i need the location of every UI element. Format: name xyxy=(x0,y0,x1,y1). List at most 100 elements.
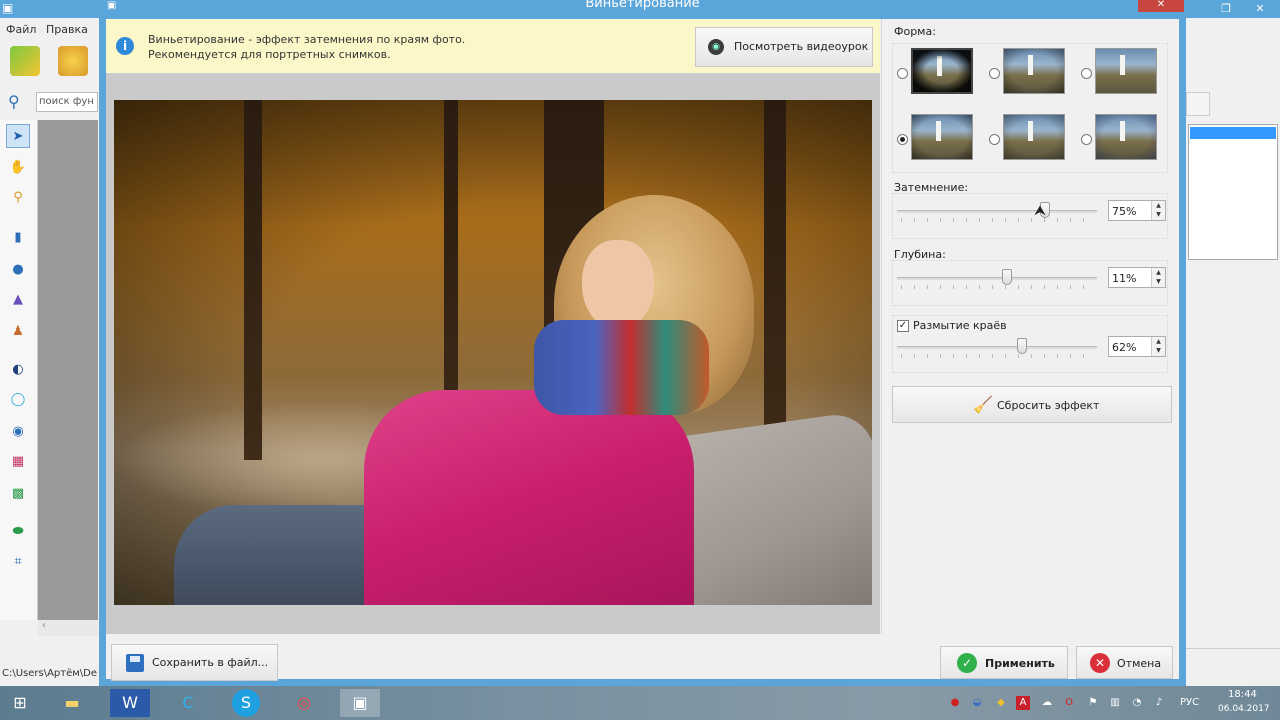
depth-spinbox[interactable]: 11% ▲ ▼ xyxy=(1108,267,1166,288)
zoom-tool-icon[interactable]: ⚲ xyxy=(6,186,30,210)
blur-checkbox[interactable]: ✓ xyxy=(897,320,909,332)
depth-slider-ticks xyxy=(901,285,1095,289)
depth-spin-arrows[interactable]: ▲ ▼ xyxy=(1151,268,1165,287)
menubar: Файл Правка xyxy=(0,20,100,38)
skype-icon[interactable]: S xyxy=(232,689,260,717)
shape-thumb-3[interactable] xyxy=(1095,48,1157,94)
shape-radio-2[interactable] xyxy=(989,68,1000,79)
cancel-button[interactable]: ✕ Отмена xyxy=(1076,646,1173,679)
darkening-spinbox[interactable]: 75% ▲ ▼ xyxy=(1108,200,1166,221)
shape-thumb-5[interactable] xyxy=(1003,114,1065,160)
shape-thumb-2[interactable] xyxy=(1003,48,1065,94)
cancel-label: Отмена xyxy=(1117,657,1162,670)
shape-thumb-1[interactable] xyxy=(911,48,973,94)
tool-palette: ➤ ✋ ⚲ ▮ ● ▲ ♟ ◐ ◯ ◉ ▦ ▩ ⬬ ⌗ xyxy=(0,120,38,620)
info-text-line1: Виньетирование - эффект затемнения по кр… xyxy=(148,33,466,46)
adobe-icon[interactable]: A xyxy=(1016,696,1030,710)
watch-video-button[interactable]: ◉ Посмотреть видеоурок xyxy=(695,27,873,67)
menu-file[interactable]: Файл xyxy=(6,23,36,36)
cancel-x-icon: ✕ xyxy=(1090,653,1110,673)
menu-edit[interactable]: Правка xyxy=(46,23,88,36)
clock-time[interactable]: 18:44 xyxy=(1228,689,1257,700)
sharpen-tool-icon[interactable]: ▲ xyxy=(6,288,30,312)
darkening-slider-track[interactable] xyxy=(897,210,1097,213)
save-to-file-button[interactable]: Сохранить в файл... xyxy=(111,644,278,681)
blur-value: 62% xyxy=(1112,341,1137,354)
hand-tool-icon[interactable]: ✋ xyxy=(6,156,30,180)
layers-tool-icon[interactable]: ▩ xyxy=(6,482,30,506)
brush-tool-icon[interactable]: ▮ xyxy=(6,226,30,250)
search-input[interactable]: поиск фун xyxy=(36,92,98,112)
pointer-tool-icon[interactable]: ➤ xyxy=(6,124,30,148)
background-right-panel xyxy=(1180,18,1280,686)
close-icon[interactable]: ✕ xyxy=(1246,0,1274,18)
ellipse-tool-icon[interactable]: ◯ xyxy=(6,388,30,412)
darkening-slider-ticks xyxy=(901,218,1095,222)
opera-icon[interactable]: O xyxy=(1062,696,1076,710)
mouse-cursor-icon: ⮝ xyxy=(1034,203,1046,219)
ccleaner-icon[interactable]: C xyxy=(168,689,208,717)
dialog-close-button[interactable]: ✕ xyxy=(1138,0,1184,12)
vignette-dialog: Виньетирование ▣ ✕ i Виньетирование - эф… xyxy=(99,0,1186,686)
cloud-icon[interactable]: ☁ xyxy=(1040,696,1054,710)
blur-spin-arrows[interactable]: ▲ ▼ xyxy=(1151,337,1165,356)
record-icon[interactable]: ● xyxy=(948,696,962,710)
file-explorer-icon[interactable]: ▬ xyxy=(52,689,92,717)
search-icon[interactable]: ⚲ xyxy=(8,92,20,111)
blur-slider-thumb[interactable] xyxy=(1016,338,1027,354)
chrome-icon[interactable]: ◎ xyxy=(284,689,324,717)
network-icon[interactable]: ▥ xyxy=(1108,696,1122,710)
eraser-tool-icon[interactable]: ⬬ xyxy=(6,520,30,544)
shape-radio-6[interactable] xyxy=(1081,134,1092,145)
blur-spinbox[interactable]: 62% ▲ ▼ xyxy=(1108,336,1166,357)
drop-tool-icon[interactable]: ● xyxy=(6,258,30,282)
ring-tool-icon[interactable]: ◉ xyxy=(6,420,30,444)
photo-editor-icon[interactable]: ▣ xyxy=(340,689,380,717)
contrast-tool-icon[interactable]: ◐ xyxy=(6,358,30,382)
settings-panel: Форма: Затемнение: 75% ▲ ▼ Глубина: 11% … xyxy=(881,19,1179,634)
shape-thumb-4[interactable] xyxy=(911,114,973,160)
shape-radio-5[interactable] xyxy=(989,134,1000,145)
info-bar: i Виньетирование - эффект затемнения по … xyxy=(106,19,880,73)
start-icon[interactable]: ⊞ xyxy=(0,689,40,717)
stamp-tool-icon[interactable]: ♟ xyxy=(6,320,30,344)
darkening-spin-arrows[interactable]: ▲ ▼ xyxy=(1151,201,1165,220)
blur-slider-track[interactable] xyxy=(897,346,1097,349)
dialog-title: Виньетирование xyxy=(585,0,700,11)
reset-effect-button[interactable]: 🧹 Сбросить эффект xyxy=(892,386,1172,423)
apply-button[interactable]: ✓ Применить xyxy=(940,646,1068,679)
word-icon[interactable]: W xyxy=(110,689,150,717)
search-bar: ⚲ поиск фун xyxy=(0,88,100,116)
restore-icon[interactable]: ❐ xyxy=(1212,0,1240,18)
preview-area xyxy=(106,73,880,634)
info-icon: i xyxy=(116,37,134,55)
shape-thumb-6[interactable] xyxy=(1095,114,1157,160)
darkening-value: 75% xyxy=(1112,205,1137,218)
right-panel-tab[interactable] xyxy=(1186,92,1210,116)
open-folder-icon[interactable] xyxy=(10,46,40,76)
broom-icon: 🧹 xyxy=(973,395,993,414)
sync-icon[interactable]: ◆ xyxy=(994,696,1008,710)
effects-icon[interactable] xyxy=(58,46,88,76)
shape-radio-4[interactable] xyxy=(897,134,908,145)
right-panel-selected-item[interactable] xyxy=(1190,127,1276,139)
yandex-disk-icon[interactable]: ◒ xyxy=(970,696,984,710)
dialog-app-icon: ▣ xyxy=(107,0,117,11)
crop-tool-icon[interactable]: ⌗ xyxy=(6,550,30,574)
depth-slider-track[interactable] xyxy=(897,277,1097,280)
right-panel-list[interactable] xyxy=(1188,124,1278,260)
depth-slider-box: 11% ▲ ▼ xyxy=(892,260,1168,306)
volume-icon[interactable]: ♪ xyxy=(1152,696,1166,710)
language-indicator[interactable]: РУС xyxy=(1180,697,1199,708)
flag-icon[interactable]: ⚑ xyxy=(1086,696,1100,710)
depth-slider-thumb[interactable] xyxy=(1001,269,1012,285)
shape-radio-3[interactable] xyxy=(1081,68,1092,79)
apply-label: Применить xyxy=(985,657,1055,670)
shape-radio-1[interactable] xyxy=(897,68,908,79)
clock-date[interactable]: 06.04.2017 xyxy=(1218,704,1270,714)
wifi-icon[interactable]: ◔ xyxy=(1130,696,1144,710)
preview-photo xyxy=(114,100,872,605)
gradient-tool-icon[interactable]: ▦ xyxy=(6,450,30,474)
horizontal-scrollbar[interactable]: ‹ xyxy=(38,620,98,636)
depth-value: 11% xyxy=(1112,272,1137,285)
